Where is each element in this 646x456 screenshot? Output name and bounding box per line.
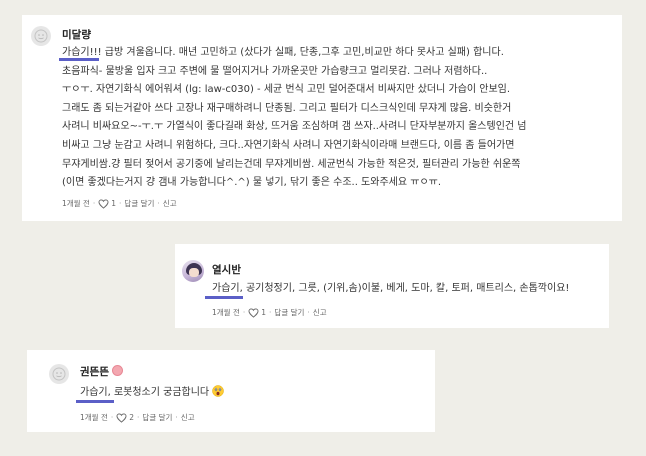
meta-separator: · [92, 199, 96, 208]
reply-button[interactable]: 답글 달기 [124, 198, 154, 209]
comment-meta: 1개월 전 · 1 · 답글 달기 · 신고 [212, 307, 327, 318]
comment-time: 1개월 전 [62, 199, 90, 208]
report-button[interactable]: 신고 [163, 198, 177, 209]
report-button[interactable]: 신고 [313, 307, 327, 318]
like-count: 2 [129, 413, 135, 422]
comment-username-text[interactable]: 권뜬뜬 [80, 366, 109, 378]
comment-meta: 1개월 전 · 2 · 답글 달기 · 신고 [80, 412, 195, 423]
comment-line: 가습기!!! 급방 겨울옵니다. 매년 고민하고 (샀다가 실패, 단종,그후 … [62, 47, 504, 58]
avatar[interactable] [31, 26, 51, 46]
avatar[interactable] [49, 364, 69, 384]
comment-time: 1개월 전 [80, 413, 108, 422]
reply-button[interactable]: 답글 달기 [142, 412, 172, 423]
keyword-highlight-underline [76, 400, 114, 403]
like-button[interactable] [98, 198, 109, 209]
comment-card: 열시반 가습기, 공기청정기, 그릇, (기위,솜)이불, 베게, 도마, 칼,… [175, 244, 609, 328]
comment-username[interactable]: 미달량 [62, 27, 91, 42]
comment-username: 권뜬뜬 [80, 364, 123, 379]
comment-line: ㅜㅇㅜ. 자연기화식 에어워셔 (lg: law-c030) - 세균 번식 고… [62, 84, 511, 96]
heart-icon [98, 198, 109, 209]
heart-icon [248, 307, 259, 318]
avatar-face [189, 268, 199, 277]
comment-line: 그래도 좀 되는거같아 쓰다 고장나 재구매하려니 단종됨. 그리고 필터가 디… [62, 102, 512, 114]
shocked-face-emoji-icon [212, 385, 224, 397]
keyword-highlight-underline [205, 296, 243, 299]
meta-separator: · [269, 308, 272, 317]
meta-separator: · [157, 199, 160, 208]
comment-body: 가습기!!! 급방 겨울옵니다. 매년 고민하고 (샀다가 실패, 단종,그후 … [62, 44, 526, 193]
meta-separator: · [119, 199, 122, 208]
comment-line-text: 가습기, 로봇청소기 궁금합니다 [80, 387, 210, 398]
comment-card: 미달량 가습기!!! 급방 겨울옵니다. 매년 고민하고 (샀다가 실패, 단종… [22, 15, 622, 221]
meta-separator: · [110, 413, 114, 422]
comment-line: 비싸고 그냥 눈감고 사려니 위험하다, 크다..자연기화식 사려니 자연기화식… [62, 139, 515, 151]
comment-time: 1개월 전 [212, 308, 240, 317]
comment-meta: 1개월 전 · 1 · 답글 달기 · 신고 [62, 198, 177, 209]
meta-separator: · [137, 413, 140, 422]
like-count: 1 [111, 199, 117, 208]
comment-line: 사려니 비싸요오~-ㅜ.ㅜ 가열식이 좋다길래 화상, 뜨거움 조심하며 갬 쓰… [62, 121, 527, 133]
default-avatar-icon [34, 29, 48, 43]
keyword-highlight-underline [59, 58, 99, 61]
like-button[interactable] [248, 307, 259, 318]
comment-card: 권뜬뜬 가습기, 로봇청소기 궁금합니다 1개월 전 · 2 · 답글 달기 ·… [27, 350, 435, 432]
comment-line: 가습기, 공기청정기, 그릇, (기위,솜)이불, 베게, 도마, 칼, 토퍼,… [212, 283, 570, 294]
user-badge-icon [111, 365, 123, 376]
like-count: 1 [261, 308, 267, 317]
like-button[interactable] [116, 412, 127, 423]
meta-separator: · [175, 413, 178, 422]
reply-button[interactable]: 답글 달기 [274, 307, 304, 318]
meta-separator: · [242, 308, 246, 317]
comment-line: 초음파식- 물방울 입자 크고 주변에 물 떨어지거나 가까운곳만 가습량크고 … [62, 65, 488, 77]
comment-body: 가습기, 공기청정기, 그릇, (기위,솜)이불, 베게, 도마, 칼, 토퍼,… [212, 280, 569, 299]
default-avatar-icon [52, 367, 66, 381]
comment-line: (이면 좋겠다는거지 걍 갬내 가능합니다^.^) 물 넣기, 닦기 좋은 수조… [62, 177, 442, 189]
comment-username[interactable]: 열시반 [212, 262, 241, 277]
avatar[interactable] [182, 260, 204, 282]
report-button[interactable]: 신고 [181, 412, 195, 423]
comment-line: 무쟈게비쌈.걍 필터 젖어서 공기중에 날리는건데 무쟈게비쌈. 세균번식 가능… [62, 158, 521, 170]
heart-icon [116, 412, 127, 423]
meta-separator: · [307, 308, 310, 317]
